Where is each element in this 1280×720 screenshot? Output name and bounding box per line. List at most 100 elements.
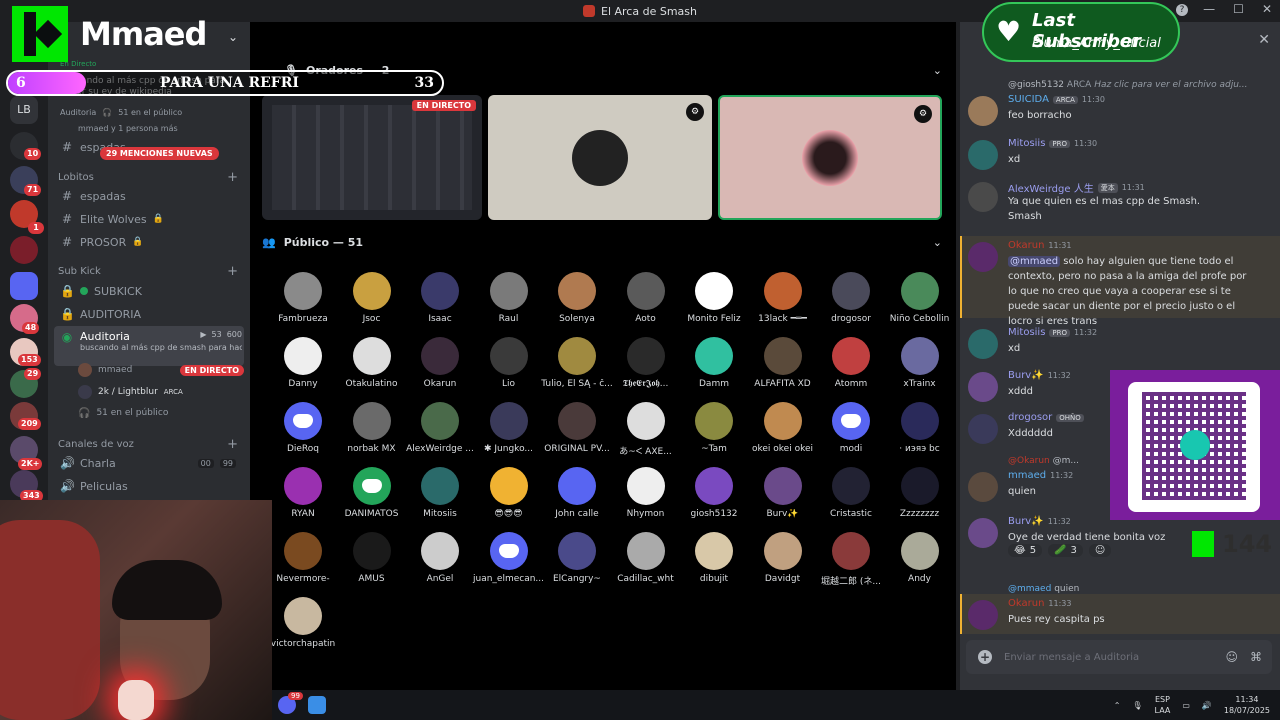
audience-member[interactable]: 堀越二郎 (ネ...: [816, 530, 886, 592]
avatar[interactable]: [968, 96, 998, 126]
audience-member[interactable]: ORIGINAL PV...: [542, 400, 612, 462]
channel-charla[interactable]: 🔊 Charla 00 99: [54, 452, 244, 474]
server-icon[interactable]: [10, 236, 38, 264]
channel-subkick[interactable]: 🔒 SUBKICK: [54, 280, 244, 302]
stream-channel[interactable]: Auditoria: [60, 108, 96, 117]
add-channel-icon[interactable]: +: [227, 264, 238, 279]
audience-member[interactable]: Niño Cebollin: [885, 270, 955, 332]
message-author[interactable]: mmaed: [1008, 470, 1046, 481]
audience-member[interactable]: AnGel: [405, 530, 475, 592]
audience-member[interactable]: juan_elmecan...: [473, 530, 544, 592]
audience-member[interactable]: Andy: [885, 530, 955, 592]
avatar[interactable]: [968, 329, 998, 359]
audience-member[interactable]: Aoto: [611, 270, 681, 332]
volume-icon[interactable]: 🔊: [1202, 701, 1212, 710]
stream-tile[interactable]: EN DIRECTO: [262, 95, 482, 220]
audience-member[interactable]: Burv✨: [748, 465, 818, 527]
voice-member-mmaed[interactable]: mmaed EN DIRECTO: [72, 359, 244, 381]
network-icon[interactable]: ▭: [1182, 701, 1190, 710]
audience-member[interactable]: Jsoc: [337, 270, 407, 332]
reply-preview[interactable]: @Okarun @m...: [1008, 456, 1079, 466]
audience-member[interactable]: ALFAFITA XD: [748, 335, 818, 397]
avatar[interactable]: [968, 414, 998, 444]
audience-member[interactable]: AMUS: [337, 530, 407, 592]
message-author[interactable]: Burv✨: [1008, 370, 1044, 381]
audience-member[interactable]: Atomm: [816, 335, 886, 397]
reply-preview[interactable]: @mmaed quien: [1008, 584, 1079, 594]
audience-member[interactable]: modi: [816, 400, 886, 462]
server-lb[interactable]: LB: [10, 96, 38, 124]
audience-member[interactable]: Isaac: [405, 270, 475, 332]
gamepad-icon[interactable]: ⌘: [1250, 650, 1262, 664]
reply-preview[interactable]: @giosh5132 ARCA Haz clic para ver el arc…: [1008, 80, 1248, 90]
message-author[interactable]: Okarun: [1008, 240, 1044, 251]
audience-member[interactable]: Damm: [679, 335, 749, 397]
chevron-down-icon[interactable]: ⌄: [933, 64, 942, 77]
voice-member-lightblur[interactable]: 2k / Lightblur ARCA: [72, 381, 244, 403]
audience-member[interactable]: RYAN: [268, 465, 338, 527]
audience-member[interactable]: Lio: [474, 335, 544, 397]
message-author[interactable]: Mitosiis: [1008, 138, 1045, 149]
category-lobitos[interactable]: Lobitos: [58, 172, 94, 183]
channel-espadas[interactable]: # espadas: [54, 185, 244, 207]
audience-member[interactable]: John calle: [542, 465, 612, 527]
audience-member[interactable]: ✱ Jungko...: [474, 400, 544, 462]
audience-member[interactable]: Solenya: [542, 270, 612, 332]
reaction-laugh[interactable]: 😂 5: [1008, 544, 1043, 557]
avatar[interactable]: [968, 372, 998, 402]
message-author[interactable]: AlexWeirdge 人生: [1008, 180, 1094, 195]
message-author[interactable]: Mitosiis: [1008, 327, 1045, 338]
user-mention[interactable]: @mmaed: [1008, 256, 1061, 267]
audience-member[interactable]: drogosor: [816, 270, 886, 332]
channel-elite-wolves[interactable]: # Elite Wolves 🔒: [54, 208, 244, 230]
audience-member[interactable]: Raul: [474, 270, 544, 332]
maximize-icon[interactable]: ☐: [1233, 2, 1244, 16]
speaker-tile[interactable]: ⚙: [488, 95, 712, 220]
audience-member[interactable]: norbak MX: [337, 400, 407, 462]
message-author[interactable]: SUICIDA: [1008, 94, 1049, 105]
audience-member[interactable]: Fambrueza: [268, 270, 338, 332]
category-sub-kick[interactable]: Sub Kick: [58, 266, 101, 277]
audience-member[interactable]: victorchapatin: [268, 595, 338, 657]
audience-member[interactable]: okei okei okei: [748, 400, 818, 462]
avatar[interactable]: [968, 472, 998, 502]
channel-prosor[interactable]: # PROSOR 🔒: [54, 231, 244, 253]
notepad-taskbar-icon[interactable]: [308, 696, 326, 714]
add-channel-icon[interactable]: +: [227, 170, 238, 185]
add-channel-icon[interactable]: +: [227, 437, 238, 452]
mentions-pill[interactable]: 29 MENCIONES NUEVAS: [100, 147, 219, 160]
clock[interactable]: 11:34 18/07/2025: [1224, 694, 1270, 716]
audience-member[interactable]: 𝕿𝖍𝖊𝕰𝖗𝕵𝖔𝖍...: [611, 335, 681, 397]
audience-member[interactable]: Otakulatino: [337, 335, 407, 397]
chevron-down-icon[interactable]: ⌄: [933, 236, 942, 249]
attach-icon[interactable]: +: [978, 650, 992, 664]
audience-member[interactable]: xTrainx: [885, 335, 955, 397]
audience-member[interactable]: Monito Feliz: [679, 270, 749, 332]
audience-member[interactable]: Mitosiis: [405, 465, 475, 527]
audience-header[interactable]: 👥 Público — 51: [262, 236, 363, 249]
audience-member[interactable]: · иэяэ bc: [885, 400, 955, 462]
avatar[interactable]: [968, 242, 998, 272]
reaction-cucumber[interactable]: 🥒 3: [1048, 544, 1083, 557]
add-reaction-icon[interactable]: ☺: [1088, 544, 1112, 557]
audience-member[interactable]: Cristastic: [816, 465, 886, 527]
audience-member[interactable]: Tulio, El ŠĄ - č...: [541, 335, 613, 397]
language-indicator[interactable]: ESP LAA: [1155, 694, 1171, 716]
audience-member[interactable]: Cadillac_wht: [611, 530, 681, 592]
audience-member[interactable]: AlexWeirdge ...: [405, 400, 475, 462]
audience-member[interactable]: giosh5132: [679, 465, 749, 527]
audience-member[interactable]: 😎😎😎: [474, 465, 544, 527]
avatar[interactable]: [968, 140, 998, 170]
audience-member[interactable]: DieRoq: [268, 400, 338, 462]
mic-icon[interactable]: 🎙: [1132, 701, 1142, 710]
chevron-down-icon[interactable]: ⌄: [228, 30, 238, 44]
audience-member[interactable]: Davidgt: [748, 530, 818, 592]
close-chat-icon[interactable]: ✕: [1258, 32, 1270, 48]
audience-member[interactable]: Okarun: [405, 335, 475, 397]
minimize-icon[interactable]: —: [1203, 2, 1215, 16]
channel-auditoria-text[interactable]: 🔒 AUDITORIA: [54, 303, 244, 325]
audience-member[interactable]: 13lack ━═━: [748, 270, 818, 332]
channel-peliculas[interactable]: 🔊 Peliculas: [54, 475, 244, 497]
avatar[interactable]: [968, 182, 998, 212]
audience-member[interactable]: Nevermore-: [268, 530, 338, 592]
